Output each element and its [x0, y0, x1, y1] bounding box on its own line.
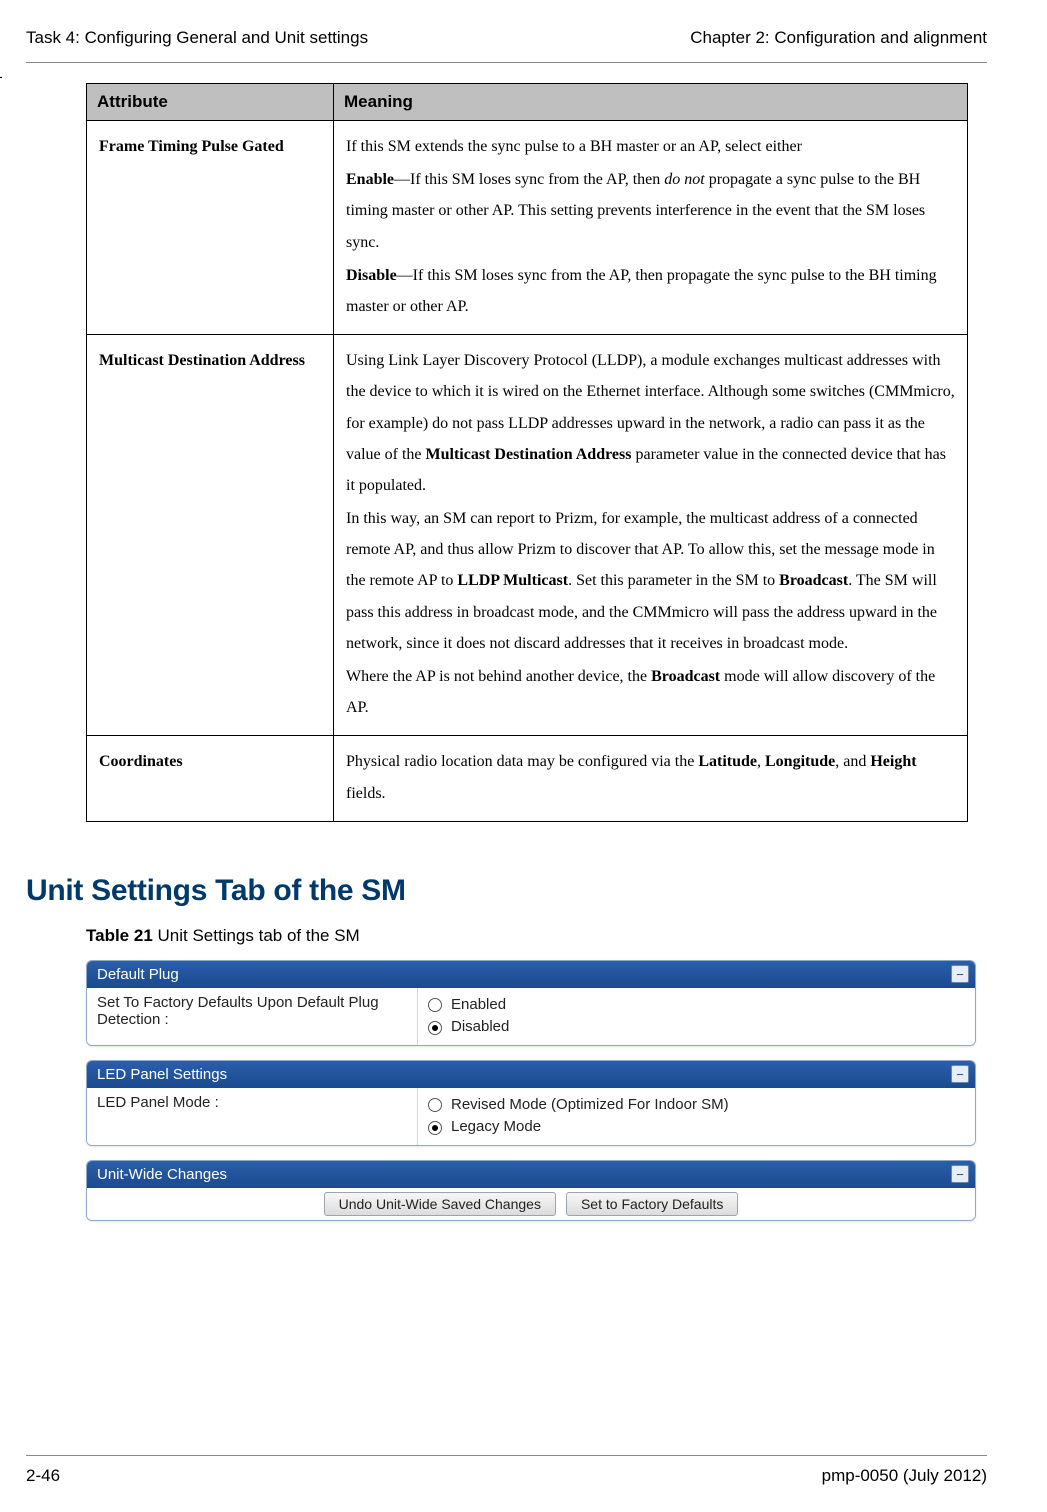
panel-title-unit-wide: Unit-Wide Changes − [87, 1161, 975, 1188]
text: , [757, 753, 765, 770]
panel-title-led: LED Panel Settings − [87, 1061, 975, 1088]
text-italic: do not [664, 171, 704, 188]
default-plug-label: Set To Factory Defaults Upon Default Plu… [87, 988, 418, 1045]
panel-title-default-plug: Default Plug − [87, 961, 975, 988]
text-bold: Longitude [765, 753, 835, 770]
attribute-table: Attribute Meaning Frame Timing Pulse Gat… [86, 83, 968, 822]
attr-cell-frame-timing: Frame Timing Pulse Gated [87, 121, 334, 335]
col-header-attribute: Attribute [87, 84, 334, 121]
panel-title-text: Unit-Wide Changes [97, 1166, 227, 1183]
text: fields. [346, 785, 386, 802]
collapse-icon[interactable]: − [951, 1065, 969, 1083]
text-bold: Multicast Destination Address [426, 446, 632, 463]
radio-icon[interactable] [428, 1121, 442, 1135]
footer-rule [26, 1455, 987, 1456]
led-label: LED Panel Mode : [87, 1088, 418, 1145]
panel-default-plug: Default Plug − Set To Factory Defaults U… [86, 960, 976, 1046]
radio-icon[interactable] [428, 998, 442, 1012]
meaning-cell-multicast: Using Link Layer Discovery Protocol (LLD… [334, 335, 968, 736]
radio-revised-row[interactable]: Revised Mode (Optimized For Indoor SM) [428, 1094, 965, 1117]
col-header-meaning: Meaning [334, 84, 968, 121]
text: Physical radio location data may be conf… [346, 753, 698, 770]
text: , and [835, 753, 870, 770]
text-bold: Enable [346, 171, 394, 188]
radio-disabled-row[interactable]: Disabled [428, 1016, 965, 1039]
table-row: Frame Timing Pulse Gated If this SM exte… [87, 121, 968, 335]
attr-cell-multicast: Multicast Destination Address [87, 335, 334, 736]
text-bold: Height [870, 753, 916, 770]
radio-label: Disabled [451, 1016, 509, 1039]
section-heading: Unit Settings Tab of the SM [26, 874, 987, 908]
undo-button[interactable]: Undo Unit-Wide Saved Changes [324, 1192, 556, 1216]
text-bold: LLDP Multicast [457, 572, 568, 589]
panel-unit-wide: Unit-Wide Changes − Undo Unit-Wide Saved… [86, 1160, 976, 1221]
radio-label: Revised Mode (Optimized For Indoor SM) [451, 1094, 729, 1117]
panel-title-text: LED Panel Settings [97, 1066, 227, 1083]
header-left-text: Task 4: Configuring General and Unit set… [26, 28, 368, 48]
footer-page-number: 2-46 [26, 1466, 60, 1486]
footer-doc-id: pmp-0050 (July 2012) [822, 1466, 987, 1486]
text-bold: Latitude [698, 753, 757, 770]
text: —If this SM loses sync from the AP, then [394, 171, 664, 188]
text: If this SM extends the sync pulse to a B… [346, 138, 802, 155]
radio-label: Legacy Mode [451, 1116, 541, 1139]
text-bold: Broadcast [651, 668, 720, 685]
caption-label: Table 21 [86, 926, 153, 945]
table-caption: Table 21 Unit Settings tab of the SM [86, 926, 987, 946]
text-bold: Broadcast [779, 572, 848, 589]
header-right-text: Chapter 2: Configuration and alignment [690, 28, 987, 48]
stray-dash: - [0, 68, 3, 84]
radio-label: Enabled [451, 994, 506, 1017]
collapse-icon[interactable]: − [951, 965, 969, 983]
text: . Set this parameter in the SM to [568, 572, 779, 589]
page-footer: 2-46 pmp-0050 (July 2012) [26, 1447, 987, 1486]
panel-title-text: Default Plug [97, 966, 179, 983]
factory-defaults-button[interactable]: Set to Factory Defaults [566, 1192, 738, 1216]
caption-text: Unit Settings tab of the SM [153, 926, 360, 945]
text: Where the AP is not behind another devic… [346, 668, 651, 685]
radio-icon[interactable] [428, 1021, 442, 1035]
radio-legacy-row[interactable]: Legacy Mode [428, 1116, 965, 1139]
meaning-cell-coordinates: Physical radio location data may be conf… [334, 736, 968, 821]
panel-led-settings: LED Panel Settings − LED Panel Mode : Re… [86, 1060, 976, 1146]
text: —If this SM loses sync from the AP, then… [346, 267, 937, 315]
table-row: Multicast Destination Address Using Link… [87, 335, 968, 736]
radio-icon[interactable] [428, 1098, 442, 1112]
radio-enabled-row[interactable]: Enabled [428, 994, 965, 1017]
table-row: Coordinates Physical radio location data… [87, 736, 968, 821]
attr-cell-coordinates: Coordinates [87, 736, 334, 821]
text-bold: Disable [346, 267, 397, 284]
meaning-cell-frame-timing: If this SM extends the sync pulse to a B… [334, 121, 968, 335]
collapse-icon[interactable]: − [951, 1165, 969, 1183]
table-header-row: Attribute Meaning [87, 84, 968, 121]
